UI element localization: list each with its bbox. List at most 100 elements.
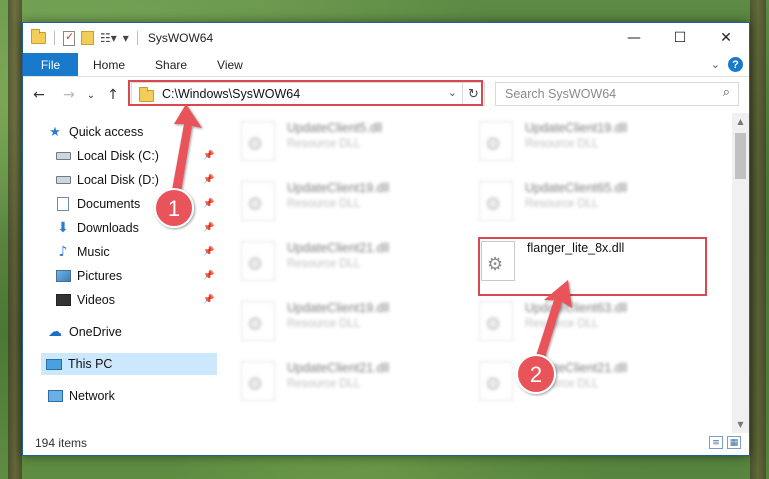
up-button[interactable]: ↑ bbox=[103, 87, 123, 103]
customize-toolbar-icon[interactable]: ☷▾ bbox=[100, 31, 117, 45]
window-controls: — ☐ ✕ bbox=[611, 23, 749, 53]
cloud-icon: ☁ bbox=[48, 324, 62, 340]
item-count: 194 items bbox=[35, 436, 88, 450]
details-view-icon[interactable]: ≡ bbox=[709, 436, 723, 449]
separator bbox=[136, 31, 138, 45]
background-tree bbox=[750, 0, 766, 479]
network-icon bbox=[47, 389, 63, 403]
file-name: UpdateClient19.dll bbox=[525, 121, 628, 135]
back-button[interactable]: ← bbox=[29, 87, 49, 103]
minimize-button[interactable]: — bbox=[611, 23, 657, 53]
window-title: SysWOW64 bbox=[147, 31, 214, 45]
dll-file-icon: ⚙ bbox=[241, 301, 275, 341]
sidebar-item-label: Music bbox=[77, 245, 110, 259]
sidebar-item-documents[interactable]: Documents 📌 bbox=[55, 193, 217, 215]
dll-file-icon: ⚙ bbox=[241, 241, 275, 281]
file-type: Resource DLL bbox=[287, 258, 361, 270]
file-type: Resource DLL bbox=[525, 138, 599, 150]
dll-file-icon: ⚙ bbox=[479, 301, 513, 341]
list-item[interactable]: ⚙ UpdateClient63.dll Resource DLL bbox=[479, 301, 699, 357]
tab-home[interactable]: Home bbox=[78, 53, 140, 76]
sidebar-item-pictures[interactable]: Pictures 📌 bbox=[55, 265, 217, 287]
properties-icon[interactable] bbox=[63, 30, 75, 46]
file-name: UpdateClient21.dll bbox=[287, 241, 390, 255]
tab-share[interactable]: Share bbox=[140, 53, 202, 76]
computer-icon bbox=[46, 357, 62, 371]
dll-file-icon: ⚙ bbox=[479, 121, 513, 161]
file-type: Resource DLL bbox=[287, 138, 361, 150]
videos-icon bbox=[55, 293, 71, 307]
dll-file-icon: ⚙ bbox=[241, 361, 275, 401]
sidebar-item-network[interactable]: Network bbox=[47, 385, 217, 407]
sidebar-item-label: Local Disk (D:) bbox=[77, 173, 159, 187]
sidebar-item-label: Documents bbox=[77, 197, 141, 211]
dll-file-icon: ⚙ bbox=[479, 181, 513, 221]
pin-icon[interactable]: 📌 bbox=[203, 247, 214, 257]
list-item[interactable]: ⚙ UpdateClient21.dll Resource DLL bbox=[479, 361, 699, 417]
scroll-up-icon[interactable]: ▲ bbox=[732, 113, 749, 130]
pin-icon[interactable]: 📌 bbox=[203, 151, 214, 161]
search-input[interactable]: Search SysWOW64 ⌕ bbox=[495, 82, 739, 106]
list-item[interactable]: ⚙ UpdateClient21.dll Resource DLL bbox=[241, 241, 461, 297]
pin-icon[interactable]: 📌 bbox=[203, 199, 214, 209]
star-icon: ★ bbox=[49, 124, 61, 140]
new-folder-icon[interactable] bbox=[81, 31, 94, 45]
file-name: UpdateClient19.dll bbox=[287, 301, 390, 315]
help-icon[interactable]: ? bbox=[728, 57, 743, 72]
sidebar-item-label: OneDrive bbox=[69, 325, 122, 339]
file-type: Resource DLL bbox=[287, 198, 361, 210]
file-name: UpdateClient5.dll bbox=[287, 121, 383, 135]
sidebar-item-music[interactable]: ♪ Music 📌 bbox=[55, 241, 217, 263]
list-item[interactable]: ⚙ UpdateClient5.dll Resource DLL bbox=[241, 121, 461, 177]
list-item[interactable]: ⚙ UpdateClient65.dll Resource DLL bbox=[479, 181, 699, 237]
file-name: UpdateClient21.dll bbox=[525, 361, 628, 375]
ribbon-right: ⌄ ? bbox=[711, 57, 743, 72]
search-icon[interactable]: ⌕ bbox=[723, 85, 730, 100]
sidebar-item-local-disk-d[interactable]: Local Disk (D:) 📌 bbox=[55, 169, 217, 191]
file-name: UpdateClient19.dll bbox=[287, 181, 390, 195]
list-item[interactable]: ⚙ UpdateClient19.dll Resource DLL bbox=[241, 181, 461, 237]
recent-locations-button[interactable]: ⌄ bbox=[81, 90, 101, 101]
dll-file-icon: ⚙ bbox=[241, 121, 275, 161]
close-button[interactable]: ✕ bbox=[703, 23, 749, 53]
tab-file[interactable]: File bbox=[23, 53, 78, 76]
tab-view[interactable]: View bbox=[202, 53, 258, 76]
background-tree bbox=[8, 0, 22, 479]
file-name: UpdateClient65.dll bbox=[525, 181, 628, 195]
vertical-scrollbar[interactable]: ▲ ▼ bbox=[732, 113, 749, 433]
sidebar-item-downloads[interactable]: ⬇ Downloads 📌 bbox=[55, 217, 217, 239]
sidebar-item-onedrive[interactable]: ☁ OneDrive bbox=[47, 321, 217, 343]
pin-icon[interactable]: 📌 bbox=[203, 175, 214, 185]
sidebar-item-this-pc[interactable]: This PC bbox=[41, 353, 217, 375]
sidebar-item-label: Pictures bbox=[77, 269, 123, 283]
sidebar-item-local-disk-c[interactable]: Local Disk (C:) 📌 bbox=[55, 145, 217, 167]
scroll-thumb[interactable] bbox=[735, 133, 746, 179]
large-icons-view-icon[interactable]: ▦ bbox=[727, 436, 741, 449]
navigation-pane: ★ Quick access Local Disk (C:) 📌 Local D… bbox=[23, 113, 217, 433]
pin-icon[interactable]: 📌 bbox=[203, 295, 214, 305]
sidebar-item-label: Videos bbox=[77, 293, 115, 307]
maximize-button[interactable]: ☐ bbox=[657, 23, 703, 53]
list-item[interactable]: ⚙ UpdateClient21.dll Resource DLL bbox=[241, 361, 461, 417]
toolbar-dropdown-icon[interactable]: ▾ bbox=[123, 31, 129, 45]
pin-icon[interactable]: 📌 bbox=[203, 223, 214, 233]
sidebar-item-label: Downloads bbox=[77, 221, 139, 235]
folder-icon bbox=[31, 29, 46, 44]
target-file-highlight bbox=[478, 237, 707, 296]
file-type: Resource DLL bbox=[287, 378, 361, 390]
sidebar-item-quick-access[interactable]: ★ Quick access bbox=[47, 121, 217, 143]
list-item[interactable]: ⚙ UpdateClient19.dll Resource DLL bbox=[479, 121, 699, 177]
file-name: UpdateClient21.dll bbox=[287, 361, 390, 375]
forward-button[interactable]: → bbox=[59, 87, 79, 103]
address-bar-highlight bbox=[128, 80, 483, 106]
sidebar-item-label: Local Disk (C:) bbox=[77, 149, 159, 163]
file-name: UpdateClient63.dll bbox=[525, 301, 628, 315]
list-item[interactable]: ⚙ UpdateClient19.dll Resource DLL bbox=[241, 301, 461, 357]
sidebar-item-videos[interactable]: Videos 📌 bbox=[55, 289, 217, 311]
file-type: Resource DLL bbox=[525, 318, 599, 330]
documents-icon bbox=[55, 197, 71, 211]
file-type: Resource DLL bbox=[287, 318, 361, 330]
view-toggle: ≡ ▦ bbox=[709, 436, 741, 449]
expand-ribbon-icon[interactable]: ⌄ bbox=[711, 58, 720, 71]
pin-icon[interactable]: 📌 bbox=[203, 271, 214, 281]
